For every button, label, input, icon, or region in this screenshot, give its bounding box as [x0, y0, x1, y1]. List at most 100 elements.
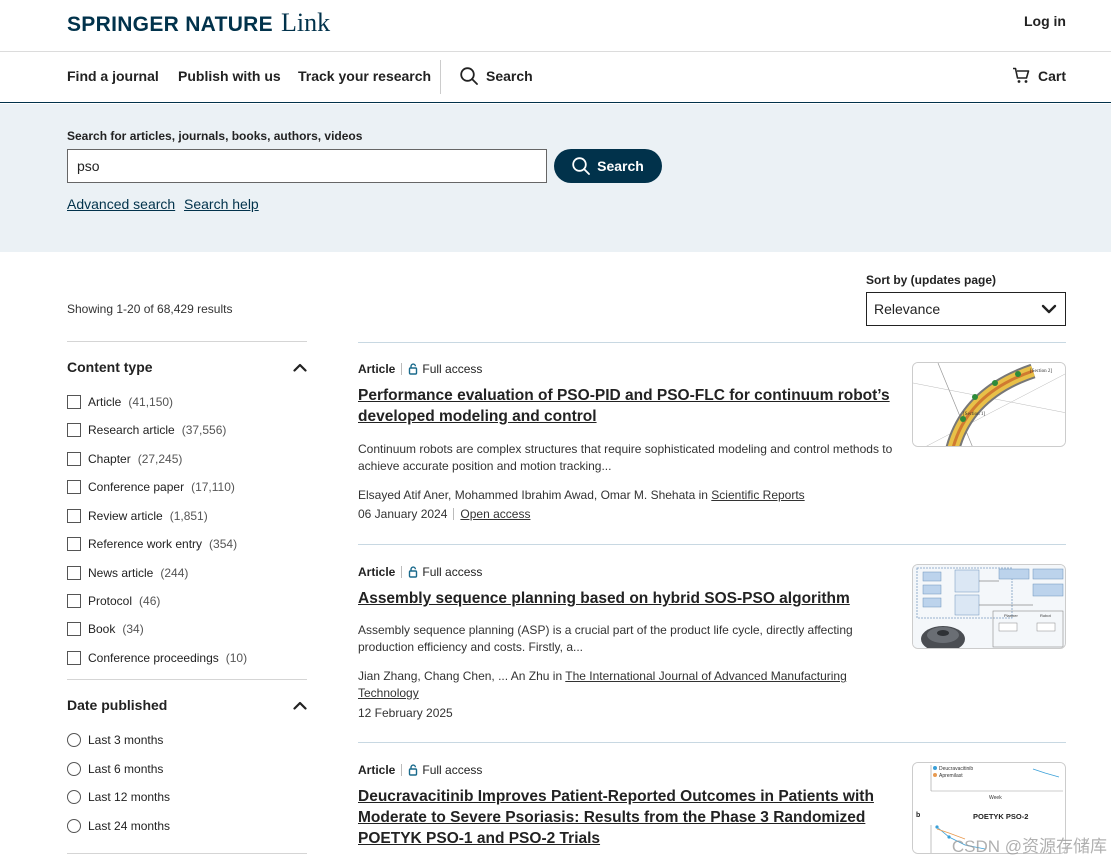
cart-button[interactable]: Cart	[1012, 67, 1066, 84]
result-title-link[interactable]: Assembly sequence planning based on hybr…	[358, 588, 893, 609]
filter-option-reference-work-entry[interactable]: Reference work entry (354)	[67, 537, 237, 551]
filter-option-count: (46)	[139, 594, 161, 608]
snippet-line: Continuum robots are complex structures …	[358, 442, 893, 456]
result-content-type: Article	[358, 565, 396, 579]
search-panel: Search for articles, journals, books, au…	[0, 104, 1111, 252]
search-submit-button[interactable]: Search	[554, 149, 662, 183]
search-input[interactable]	[67, 149, 547, 183]
filter-content-type-toggle[interactable]: Content type	[67, 359, 307, 375]
checkbox[interactable]	[67, 395, 81, 409]
filter-option-count: (34)	[122, 622, 144, 636]
checkbox[interactable]	[67, 537, 81, 551]
filter-option-count: (37,556)	[181, 423, 227, 437]
nav-publish-with-us[interactable]: Publish with us	[178, 68, 281, 84]
results-count: Showing 1-20 of 68,429 results	[67, 302, 233, 316]
search-button-label: Search	[597, 158, 644, 174]
result-content-type: Article	[358, 763, 396, 777]
sort-select[interactable]: Relevance	[866, 292, 1066, 326]
filter-option-book[interactable]: Book (34)	[67, 622, 144, 636]
filter-option-article[interactable]: Article (41,150)	[67, 395, 173, 409]
figure-label: [Section 2]	[1030, 369, 1052, 374]
title-line: Deucravacitinib Improves Patient-Reporte…	[358, 788, 874, 805]
filter-option-review-article[interactable]: Review article (1,851)	[67, 509, 208, 523]
nav-track-research[interactable]: Track your research	[298, 68, 431, 84]
published-date: 12 February 2025	[358, 706, 453, 720]
filter-option-label: Conference paper	[88, 480, 185, 494]
filter-date-last-3-months[interactable]: Last 3 months	[67, 733, 163, 747]
cart-icon	[1012, 67, 1030, 83]
filter-date-last-12-months[interactable]: Last 12 months	[67, 790, 170, 804]
result-thumbnail[interactable]: Planner Robot	[912, 564, 1066, 649]
filter-divider	[67, 679, 307, 680]
open-access-link[interactable]: Open access	[460, 507, 530, 521]
advanced-search-link[interactable]: Advanced search	[67, 196, 175, 212]
filter-option-count: (1,851)	[169, 509, 208, 523]
filter-option-count: (27,245)	[137, 452, 183, 466]
filter-option-research-article[interactable]: Research article (37,556)	[67, 423, 226, 437]
radio-button[interactable]	[67, 733, 81, 747]
search-help-link[interactable]: Search help	[184, 196, 259, 212]
filter-date-published-title: Date published	[67, 697, 168, 713]
checkbox[interactable]	[67, 622, 81, 636]
legend-label: Apremilast	[939, 773, 963, 779]
radio-button[interactable]	[67, 762, 81, 776]
filter-date-published-toggle[interactable]: Date published	[67, 697, 307, 713]
checkbox[interactable]	[67, 480, 81, 494]
result-title-link[interactable]: Deucravacitinib Improves Patient-Reporte…	[358, 786, 893, 849]
checkbox[interactable]	[67, 509, 81, 523]
access-badge: Full access	[408, 565, 482, 579]
logo-main-text: SPRINGER NATURE	[67, 13, 273, 36]
snippet-line: Assembly sequence planning (ASP) is a cr…	[358, 623, 853, 637]
access-label: Full access	[422, 763, 483, 777]
title-line: developed modeling and control	[358, 408, 597, 425]
open-lock-icon	[409, 363, 418, 375]
radio-button[interactable]	[67, 790, 81, 804]
access-label: Full access	[422, 565, 483, 579]
journal-link[interactable]: Scientific Reports	[711, 488, 804, 502]
checkbox[interactable]	[67, 594, 81, 608]
checkbox[interactable]	[67, 651, 81, 665]
result-thumbnail[interactable]: [Section 2] [Section 1]	[912, 362, 1066, 447]
filter-date-last-24-months[interactable]: Last 24 months	[67, 819, 170, 833]
login-link[interactable]: Log in	[1024, 13, 1066, 29]
result-date-row: 06 January 2024 Open access	[358, 507, 530, 521]
filter-option-conference-paper[interactable]: Conference paper (17,110)	[67, 480, 235, 494]
filter-option-label: Reference work entry	[88, 537, 203, 551]
meta-separator	[401, 363, 403, 375]
legend-label: Deucravacitinib	[939, 766, 973, 772]
authors-text: Jian Zhang, Chang Chen, ... An Zhu in	[358, 669, 566, 683]
journal-link-continued[interactable]: Technology	[358, 686, 419, 700]
filter-option-label: Article	[88, 395, 122, 409]
authors-text: Elsayed Atif Aner, Mohammed Ibrahim Awad…	[358, 488, 712, 502]
search-icon	[460, 67, 478, 85]
filter-option-protocol[interactable]: Protocol (46)	[67, 594, 160, 608]
open-lock-icon	[409, 764, 418, 776]
meta-separator	[453, 508, 455, 520]
figure-label: [Section 1]	[963, 412, 985, 417]
springer-nature-link-logo[interactable]: SPRINGER NATURE Link	[67, 8, 330, 38]
journal-link[interactable]: The International Journal of Advanced Ma…	[565, 669, 847, 683]
result-divider	[358, 742, 1066, 743]
result-authors: Elsayed Atif Aner, Mohammed Ibrahim Awad…	[358, 487, 903, 504]
result-date-row: 12 February 2025	[358, 706, 453, 720]
filter-option-label: Last 12 months	[88, 790, 171, 804]
filter-option-chapter[interactable]: Chapter (27,245)	[67, 452, 182, 466]
filter-option-conference-proceedings[interactable]: Conference proceedings (10)	[67, 651, 247, 665]
filter-option-news-article[interactable]: News article (244)	[67, 566, 188, 580]
result-title-link[interactable]: Performance evaluation of PSO-PID and PS…	[358, 385, 893, 427]
checkbox[interactable]	[67, 566, 81, 580]
sort-selected-value: Relevance	[874, 301, 941, 317]
assembly-figure-image: Planner Robot	[913, 565, 1065, 648]
checkbox[interactable]	[67, 452, 81, 466]
filter-option-count: (10)	[225, 651, 248, 665]
nav-divider	[440, 60, 441, 94]
result-snippet: Assembly sequence planning (ASP) is a cr…	[358, 622, 903, 656]
nav-search-button[interactable]: Search	[460, 67, 533, 85]
radio-button[interactable]	[67, 819, 81, 833]
filter-date-last-6-months[interactable]: Last 6 months	[67, 762, 163, 776]
filter-option-label: News article	[88, 566, 154, 580]
published-date: 06 January 2024	[358, 507, 448, 521]
nav-find-journal[interactable]: Find a journal	[67, 68, 159, 84]
checkbox[interactable]	[67, 423, 81, 437]
chart-title: POETYK PSO-2	[973, 812, 1028, 821]
